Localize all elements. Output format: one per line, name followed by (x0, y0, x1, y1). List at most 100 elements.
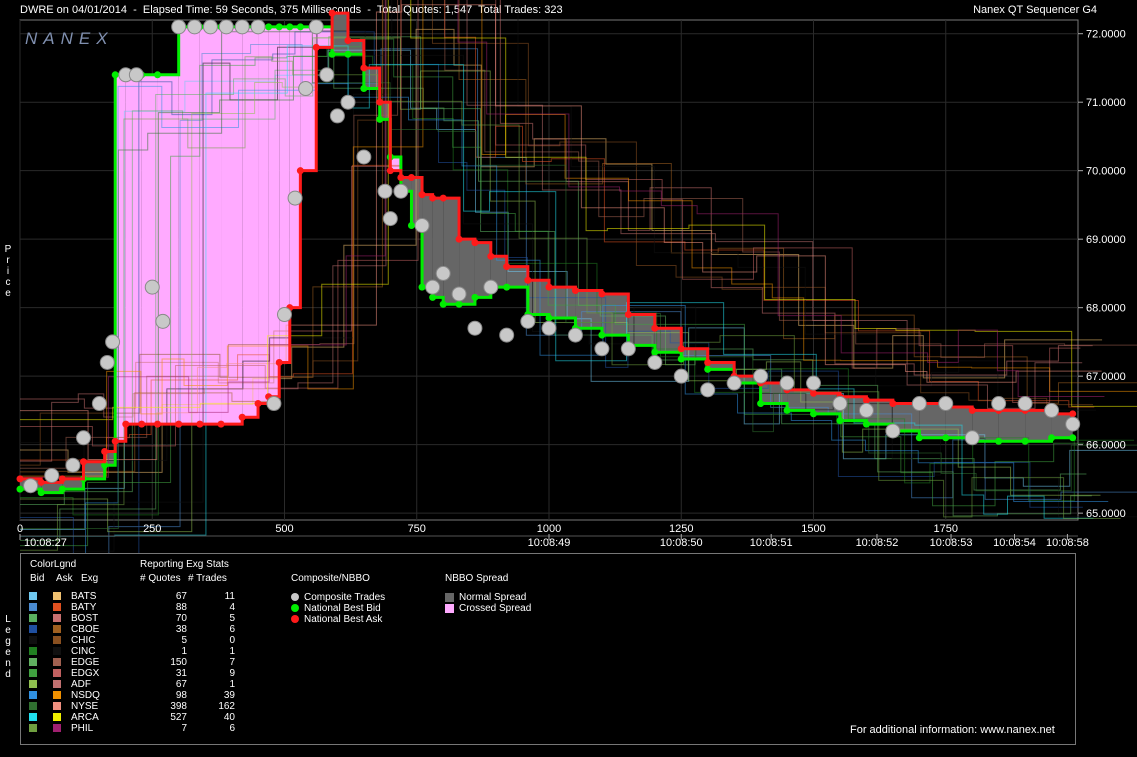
col-trades-header: # Trades (188, 573, 227, 584)
trade-point (298, 80, 314, 96)
ask-point (677, 345, 685, 353)
time-tick-label: 10:08:49 (528, 537, 571, 549)
stats-title: Reporting Exg Stats (140, 559, 229, 570)
trade-point (308, 19, 324, 35)
exchange-row: EDGX 31 9 (29, 668, 235, 679)
crossed-spread-segment (178, 26, 200, 425)
legend-marker (291, 593, 299, 602)
trade-count: 1 (229, 646, 235, 657)
trade-point (382, 211, 398, 227)
trade-point (234, 19, 250, 35)
y-tick-label: 71.0000 (1086, 97, 1126, 109)
legend-swatch (445, 603, 454, 613)
bid-color-swatch (29, 614, 37, 623)
trade-point (520, 313, 536, 329)
trade-point (673, 368, 689, 384)
ask-point (254, 400, 262, 408)
quote-count: 398 (170, 701, 187, 712)
time-tick-label: 10:08:53 (930, 537, 973, 549)
bid-point (275, 23, 283, 31)
exchange-name: CBOE (71, 624, 100, 635)
bid-point (296, 23, 304, 31)
time-tick-label: 10:08:52 (856, 537, 899, 549)
time-tick-label: 10:08:54 (993, 537, 1036, 549)
ask-point (407, 174, 415, 182)
bid-point (429, 293, 437, 301)
trade-count: 7 (229, 657, 235, 668)
bid-point (942, 434, 950, 442)
legend-label: Crossed Spread (459, 603, 532, 614)
bid-point (58, 485, 66, 493)
legend-label: National Best Bid (304, 603, 381, 614)
ask-point (862, 396, 870, 404)
trade-count: 9 (229, 668, 235, 679)
bid-point (111, 71, 119, 79)
exchange-row: ADF 67 1 (29, 679, 235, 690)
bid-point (439, 300, 447, 308)
time-tick-label: 10:08:51 (750, 537, 793, 549)
x-tick-label: 250 (143, 523, 161, 535)
trade-point (105, 334, 121, 350)
ask-point (651, 324, 659, 332)
legend-panel: ColorLgnd Bid Ask Exg Reporting Exg Stat… (20, 553, 1076, 745)
col-bid-header: Bid (30, 573, 45, 584)
bid-point (836, 417, 844, 425)
nanex-logo: NANEX (25, 29, 114, 48)
trade-point (340, 94, 356, 110)
quote-count: 7 (181, 723, 187, 734)
ask-point (487, 252, 495, 260)
x-tick-label: 0 (17, 523, 23, 535)
trade-point (202, 19, 218, 35)
bid-color-swatch (29, 713, 37, 722)
composite-legend-item: Composite Trades (291, 592, 385, 603)
trade-point (393, 183, 409, 199)
ask-point (296, 167, 304, 175)
bid-color-swatch (29, 592, 37, 601)
ask-color-swatch (53, 680, 61, 689)
ask-point (571, 287, 579, 295)
ask-point (598, 290, 606, 298)
ask-point (418, 191, 426, 199)
ask-point (101, 448, 109, 456)
trade-count: 5 (229, 613, 235, 624)
trade-point (1044, 402, 1060, 418)
bid-point (265, 23, 273, 31)
bid-point (376, 115, 384, 123)
bid-point (651, 348, 659, 356)
bid-color-swatch (29, 669, 37, 678)
ask-color-swatch (53, 603, 61, 612)
trade-point (250, 19, 266, 35)
trade-point (266, 396, 282, 412)
bid-color-swatch (29, 603, 37, 612)
trade-point (726, 375, 742, 391)
trade-point (414, 217, 430, 233)
ask-point (397, 174, 405, 182)
quote-count: 31 (175, 668, 187, 679)
ask-point (196, 420, 204, 428)
x-tick-label: 500 (275, 523, 293, 535)
bid-point (360, 84, 368, 92)
x-tick-label: 1250 (669, 523, 693, 535)
exchange-name: CINC (71, 646, 96, 657)
exchange-name: ARCA (71, 712, 99, 723)
ask-point (275, 358, 283, 366)
crossed-spread-segment (258, 26, 269, 404)
normal-spread-segment (549, 287, 576, 318)
col-ask-header: Ask (56, 573, 73, 584)
ask-color-swatch (53, 691, 61, 700)
ask-color-swatch (53, 647, 61, 656)
spread-title: NBBO Spread (445, 573, 509, 584)
ask-point (1069, 410, 1077, 418)
quote-count: 150 (170, 657, 187, 668)
ask-point (503, 263, 511, 271)
ask-point (16, 475, 24, 483)
bid-point (1069, 434, 1077, 442)
bid-color-swatch (29, 724, 37, 733)
exchange-name: NSDQ (71, 690, 100, 701)
ask-color-swatch (53, 669, 61, 678)
ask-point (386, 167, 394, 175)
exchange-name: EDGE (71, 657, 100, 668)
legend-label: National Best Ask (304, 614, 383, 625)
bid-point (344, 50, 352, 58)
trade-point (319, 67, 335, 83)
